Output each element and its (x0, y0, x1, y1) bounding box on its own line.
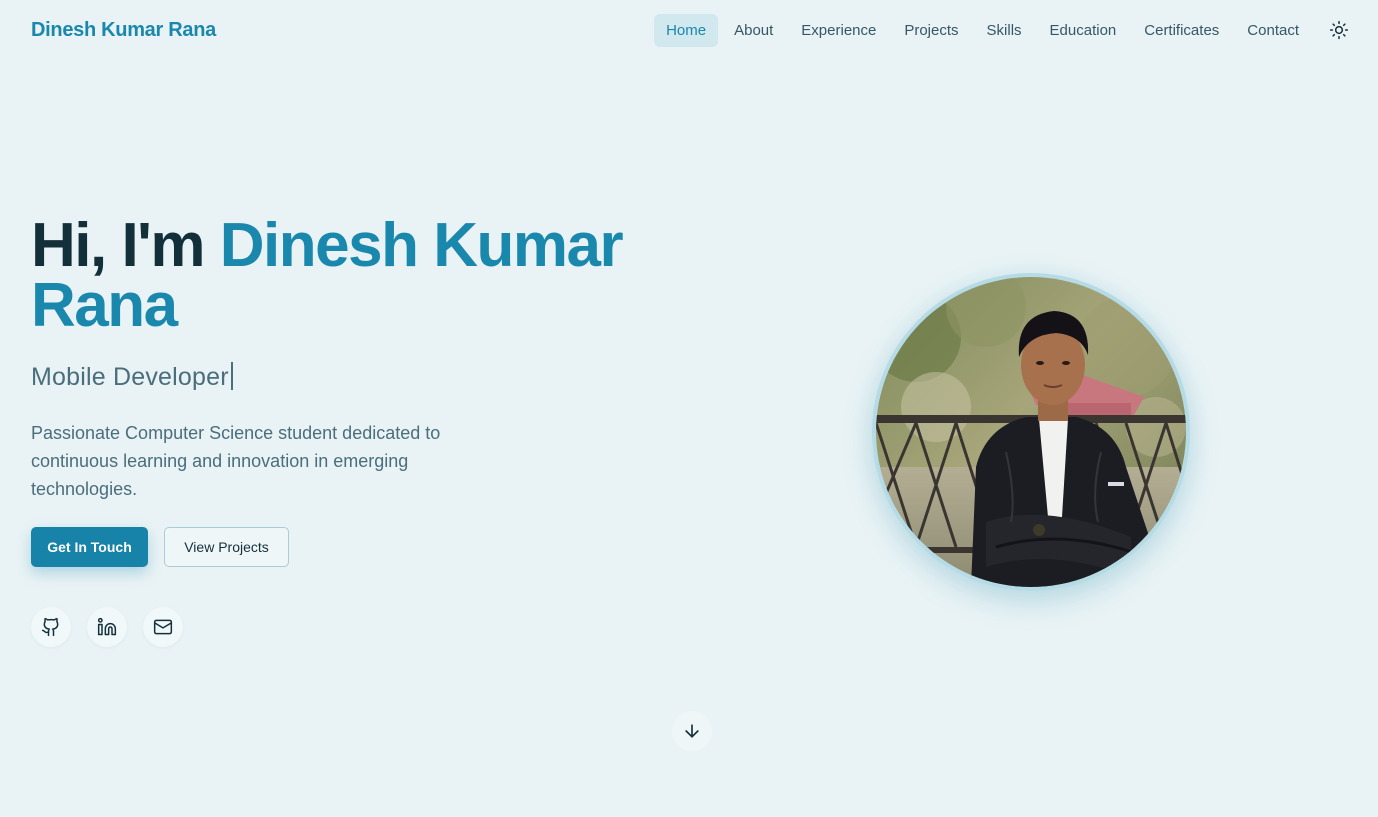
nav-contact[interactable]: Contact (1235, 14, 1311, 47)
linkedin-icon (97, 617, 117, 636)
get-in-touch-button[interactable]: Get In Touch (31, 527, 148, 567)
hero-role: Mobile Developer (31, 362, 233, 392)
theme-toggle-button[interactable] (1323, 14, 1355, 46)
sun-icon (1329, 20, 1349, 40)
profile-photo (872, 273, 1190, 591)
hero-title: Hi, I'm Dinesh Kumar Rana (31, 215, 671, 337)
main-nav: Home About Experience Projects Skills Ed… (650, 13, 1349, 47)
nav-home[interactable]: Home (654, 13, 719, 47)
nav-skills[interactable]: Skills (975, 14, 1034, 47)
profile-photo-illustration (876, 277, 1186, 587)
linkedin-link[interactable] (87, 607, 127, 647)
arrow-down-icon (685, 724, 699, 738)
email-link[interactable] (143, 607, 183, 647)
hero-greeting: Hi, I'm (31, 211, 220, 280)
hero-name-line2: Rana (31, 271, 178, 340)
view-projects-button[interactable]: View Projects (164, 527, 289, 567)
nav-certificates[interactable]: Certificates (1132, 14, 1231, 47)
typing-caret (230, 362, 233, 390)
github-link[interactable] (31, 607, 71, 647)
scroll-down-button[interactable] (672, 711, 712, 751)
nav-education[interactable]: Education (1038, 14, 1129, 47)
github-icon (41, 617, 59, 637)
site-header: Dinesh Kumar Rana Home About Experience … (0, 0, 1378, 60)
nav-projects[interactable]: Projects (892, 14, 970, 47)
brand-logo[interactable]: Dinesh Kumar Rana (31, 19, 216, 42)
hero-role-text: Mobile Developer (31, 363, 229, 391)
hero-name-line1: Dinesh Kumar (219, 211, 624, 280)
nav-experience[interactable]: Experience (789, 14, 888, 47)
page: Dinesh Kumar Rana Home About Experience … (0, 0, 1378, 817)
hero-description: Passionate Computer Science student dedi… (31, 423, 441, 499)
nav-about[interactable]: About (722, 14, 785, 47)
mail-icon (153, 619, 173, 635)
